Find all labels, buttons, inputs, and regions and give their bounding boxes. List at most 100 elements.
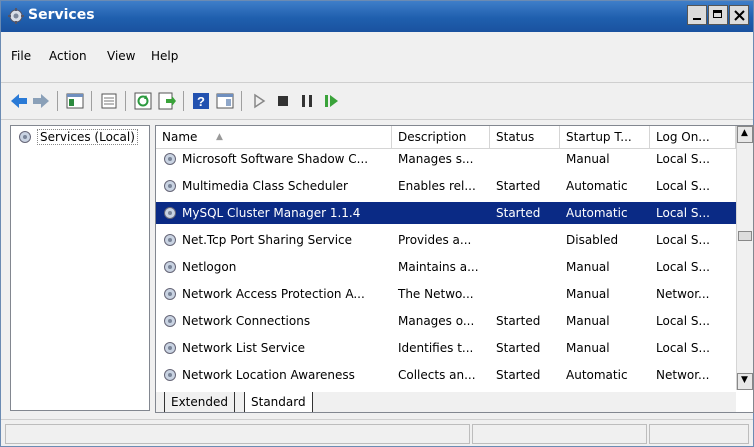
toolbar-separator — [91, 91, 92, 111]
scroll-up-button[interactable]: ▲ — [737, 126, 753, 143]
tab-extended[interactable]: Extended — [164, 392, 235, 412]
cell-log-on-as: Local S... — [656, 341, 710, 355]
refresh-icon[interactable] — [133, 91, 153, 111]
cell-startup-type: Manual — [566, 341, 610, 355]
cell-startup-type: Manual — [566, 314, 610, 328]
table-row[interactable]: MySQL Cluster Manager 1.1.4 Started Automa… — [156, 202, 736, 224]
column-header-name[interactable]: Name ▲ — [156, 126, 392, 148]
table-row[interactable]: Multimedia Class Scheduler Enables rel...… — [156, 175, 736, 197]
toolbar-separator — [57, 91, 58, 111]
stop-service-icon[interactable] — [273, 91, 293, 111]
maximize-icon — [713, 10, 722, 18]
toolbar-separator — [183, 91, 184, 111]
cell-status: Started — [496, 314, 541, 328]
window-title: Services — [28, 7, 95, 23]
cell-name: Network Location Awareness — [182, 368, 355, 382]
cell-log-on-as: Local S... — [656, 206, 710, 220]
table-row[interactable]: Network List Service Identifies t... Start… — [156, 337, 736, 359]
cell-log-on-as: Local S... — [656, 179, 710, 193]
cell-name: Net.Tcp Port Sharing Service — [182, 233, 353, 247]
cell-description: Identifies t... — [398, 341, 474, 355]
toolbar-separator — [241, 91, 242, 111]
show-hide-action-pane-icon[interactable] — [215, 91, 235, 111]
cell-name: Netlogon — [182, 260, 237, 274]
menu-action[interactable]: Action — [49, 49, 87, 63]
minimize-icon — [693, 18, 701, 20]
resume-service-icon[interactable] — [321, 91, 341, 111]
cell-name: Network Connections — [182, 314, 311, 328]
menu-view[interactable]: View — [107, 49, 135, 63]
toolbar: ? — [1, 82, 753, 120]
services-gear-icon — [8, 8, 24, 24]
column-header-startup-type[interactable]: Startup T... — [560, 126, 650, 148]
cell-log-on-as: Networ... — [656, 368, 710, 382]
status-pane — [5, 424, 470, 444]
column-header-log-on-as[interactable]: Log On... — [650, 126, 736, 148]
cell-log-on-as: Networ... — [656, 287, 710, 301]
table-row[interactable]: Network Location Awareness Collects an...… — [156, 364, 736, 386]
cell-startup-type: Manual — [566, 152, 610, 166]
cell-description: Provides a... — [398, 233, 472, 247]
tab-standard[interactable]: Standard — [244, 392, 313, 412]
cell-description: The Netwo... — [398, 287, 474, 301]
tree-node-label: Services (Local) — [37, 129, 138, 145]
cell-log-on-as: Local S... — [656, 314, 710, 328]
column-header-row: Name ▲ Description Status Startup T... L… — [156, 126, 736, 149]
table-row[interactable]: Microsoft Software Shadow C... Manages s.… — [156, 148, 736, 170]
close-button[interactable] — [729, 5, 749, 25]
cell-name: Network Access Protection A... — [182, 287, 365, 301]
properties-icon[interactable] — [99, 91, 119, 111]
cell-status: Started — [496, 179, 541, 193]
services-list: Name ▲ Description Status Startup T... L… — [155, 125, 754, 413]
tree-node-services-local[interactable]: Services (Local) — [17, 129, 138, 145]
menu-bar: File Action View Help — [1, 45, 753, 69]
cell-status — [490, 229, 560, 251]
maximize-button[interactable] — [708, 5, 728, 25]
cell-name: Microsoft Software Shadow C... — [182, 152, 369, 166]
sort-ascending-icon: ▲ — [216, 132, 223, 142]
cell-name: Multimedia Class Scheduler — [182, 179, 348, 193]
scrollbar-thumb[interactable] — [738, 231, 752, 241]
cell-status — [490, 283, 560, 305]
pause-service-icon[interactable] — [297, 91, 317, 111]
table-row[interactable]: Netlogon Maintains a... Manual Local S... — [156, 256, 736, 278]
close-icon — [734, 10, 745, 21]
table-row[interactable]: Network Access Protection A... The Netwo.… — [156, 283, 736, 305]
table-row[interactable]: Net.Tcp Port Sharing Service Provides a..… — [156, 229, 736, 251]
cell-startup-type: Automatic — [566, 179, 628, 193]
console-tree: Services (Local) — [10, 125, 150, 411]
cell-name: Network List Service — [182, 341, 306, 355]
vertical-scrollbar[interactable]: ▲ ▼ — [736, 126, 753, 390]
cell-name: MySQL Cluster Manager 1.1.4 — [182, 206, 361, 220]
cell-status: Started — [496, 341, 541, 355]
cell-startup-type: Manual — [566, 287, 610, 301]
export-list-icon[interactable] — [157, 91, 177, 111]
help-icon[interactable]: ? — [191, 91, 211, 111]
column-header-description[interactable]: Description — [392, 126, 490, 148]
services-gear-icon — [19, 131, 31, 143]
scroll-down-button[interactable]: ▼ — [737, 373, 753, 390]
back-icon[interactable] — [9, 91, 29, 111]
title-bar[interactable]: Services — [1, 1, 753, 32]
cell-log-on-as: Local S... — [656, 233, 710, 247]
forward-icon[interactable] — [31, 91, 51, 111]
cell-status — [490, 148, 560, 170]
cell-description: Collects an... — [398, 368, 476, 382]
minimize-button[interactable] — [687, 5, 707, 25]
cell-status — [490, 256, 560, 278]
show-hide-console-tree-icon[interactable] — [65, 91, 85, 111]
cell-startup-type: Automatic — [566, 206, 628, 220]
svg-text:?: ? — [197, 94, 205, 109]
cell-startup-type: Disabled — [566, 233, 619, 247]
column-header-status[interactable]: Status — [490, 126, 560, 148]
menu-file[interactable]: File — [11, 49, 31, 63]
cell-description: Manages o... — [398, 314, 475, 328]
cell-startup-type: Manual — [566, 260, 610, 274]
status-pane — [472, 424, 647, 444]
start-service-icon[interactable] — [249, 91, 269, 111]
cell-log-on-as: Local S... — [656, 260, 710, 274]
cell-log-on-as: Local S... — [656, 152, 710, 166]
menu-help[interactable]: Help — [151, 49, 178, 63]
cell-startup-type: Automatic — [566, 368, 628, 382]
table-row[interactable]: Network Connections Manages o... Started Ma… — [156, 310, 736, 332]
